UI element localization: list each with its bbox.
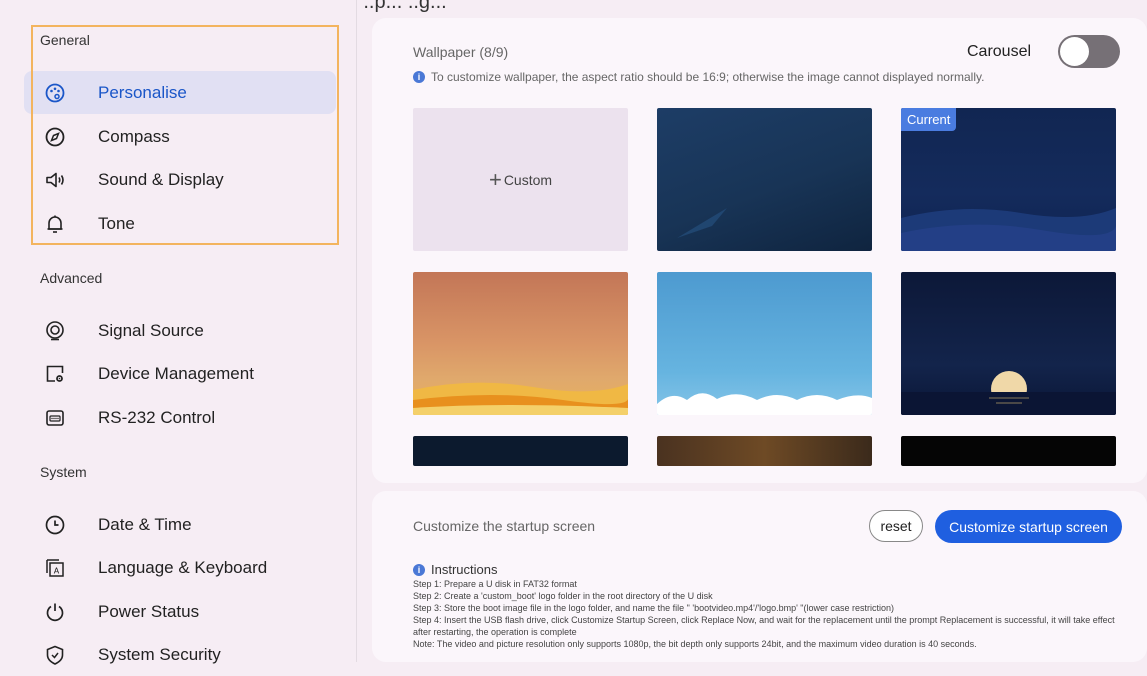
sidebar-item-label: Sound & Display (98, 169, 224, 189)
speaker-icon (44, 169, 66, 191)
sidebar-item-power-status[interactable]: Power Status (24, 590, 336, 633)
sidebar-item-label: Tone (98, 213, 135, 233)
wallpaper-thumbnail[interactable] (901, 436, 1116, 466)
palette-icon (44, 82, 66, 104)
carousel-toggle[interactable] (1058, 35, 1120, 68)
wallpaper-thumbnail[interactable] (657, 272, 872, 415)
startup-title: Customize the startup screen (413, 518, 596, 534)
sidebar-item-label: Power Status (98, 601, 200, 621)
sidebar-item-date-time[interactable]: Date & Time (24, 503, 336, 546)
wallpaper-info: i To customize wallpaper, the aspect rat… (413, 70, 984, 84)
wallpaper-thumbnail[interactable] (657, 436, 872, 466)
sidebar-item-rs232-control[interactable]: RS-232 Control (24, 396, 336, 439)
wallpaper-thumbnail[interactable] (901, 272, 1116, 415)
custom-wallpaper-tile[interactable]: + Custom (413, 108, 628, 251)
sidebar-item-compass[interactable]: Compass (24, 115, 336, 158)
signal-source-icon (44, 320, 66, 342)
device-management-icon (44, 363, 66, 385)
sidebar-item-tone[interactable]: Tone (24, 202, 336, 245)
sidebar-item-signal-source[interactable]: Signal Source (24, 309, 336, 352)
custom-tile-label: Custom (503, 171, 553, 188)
wallpaper-card: Wallpaper (8/9) i To customize wallpaper… (372, 18, 1147, 483)
language-icon: A (44, 557, 66, 579)
wallpaper-thumbnail-current[interactable]: Current (901, 108, 1116, 251)
wallpaper-thumbnail[interactable] (657, 108, 872, 251)
section-title-system: System (40, 464, 87, 480)
section-title-advanced: Advanced (40, 270, 103, 286)
sidebar-item-label: RS-232 Control (98, 407, 216, 427)
compass-icon (44, 126, 66, 148)
power-icon (44, 601, 66, 623)
instruction-step: Step 4: Insert the USB flash drive, clic… (413, 615, 1115, 637)
instruction-step: Step 3: Store the boot image file in the… (413, 603, 895, 613)
current-badge: Current (901, 108, 957, 131)
keyboard-port-icon (44, 407, 66, 429)
sidebar-item-personalise[interactable]: Personalise (24, 71, 336, 114)
instructions-heading: i Instructions (413, 562, 497, 577)
shield-icon (44, 644, 66, 666)
instruction-note: Note: The video and picture resolution o… (413, 639, 977, 649)
sidebar-item-label: Signal Source (98, 320, 204, 340)
sidebar-item-language-keyboard[interactable]: A Language & Keyboard (24, 546, 336, 589)
info-icon: i (413, 71, 425, 83)
instruction-step: Step 1: Prepare a U disk in FAT32 format (413, 579, 577, 589)
plus-icon: + (488, 166, 502, 192)
svg-text:A: A (54, 566, 60, 575)
toggle-knob (1060, 37, 1089, 66)
wallpaper-thumbnail[interactable] (413, 436, 628, 466)
sidebar-item-label: Device Management (98, 363, 254, 383)
wallpaper-title: Wallpaper (8/9) (413, 44, 509, 60)
clock-icon (44, 514, 66, 536)
instructions-list: Step 1: Prepare a U disk in FAT32 format… (413, 578, 1121, 650)
sidebar-item-device-management[interactable]: Device Management (24, 352, 336, 395)
sidebar-item-sound-display[interactable]: Sound & Display (24, 158, 336, 201)
sidebar-item-system-security[interactable]: System Security (24, 633, 336, 676)
instructions-title: Instructions (431, 562, 498, 577)
info-icon: i (413, 563, 425, 576)
sidebar-item-label: Language & Keyboard (98, 557, 268, 577)
wallpaper-thumbnail[interactable] (413, 272, 628, 415)
sidebar: General Personalise Compass Sound & Disp… (0, 0, 357, 665)
sidebar-item-label: Date & Time (98, 514, 192, 534)
carousel-label: Carousel (967, 43, 1032, 60)
bell-icon (44, 213, 66, 235)
startup-card: Customize the startup screen reset Custo… (372, 491, 1147, 662)
wallpaper-info-text: To customize wallpaper, the aspect ratio… (431, 70, 985, 84)
section-title-general: General (40, 32, 90, 48)
sidebar-item-label: Compass (98, 126, 170, 146)
customize-startup-button[interactable]: Customize startup screen (935, 510, 1122, 543)
sidebar-item-label: Personalise (98, 82, 187, 102)
instruction-step: Step 2: Create a 'custom_boot' logo fold… (413, 591, 713, 601)
reset-button[interactable]: reset (869, 510, 923, 542)
